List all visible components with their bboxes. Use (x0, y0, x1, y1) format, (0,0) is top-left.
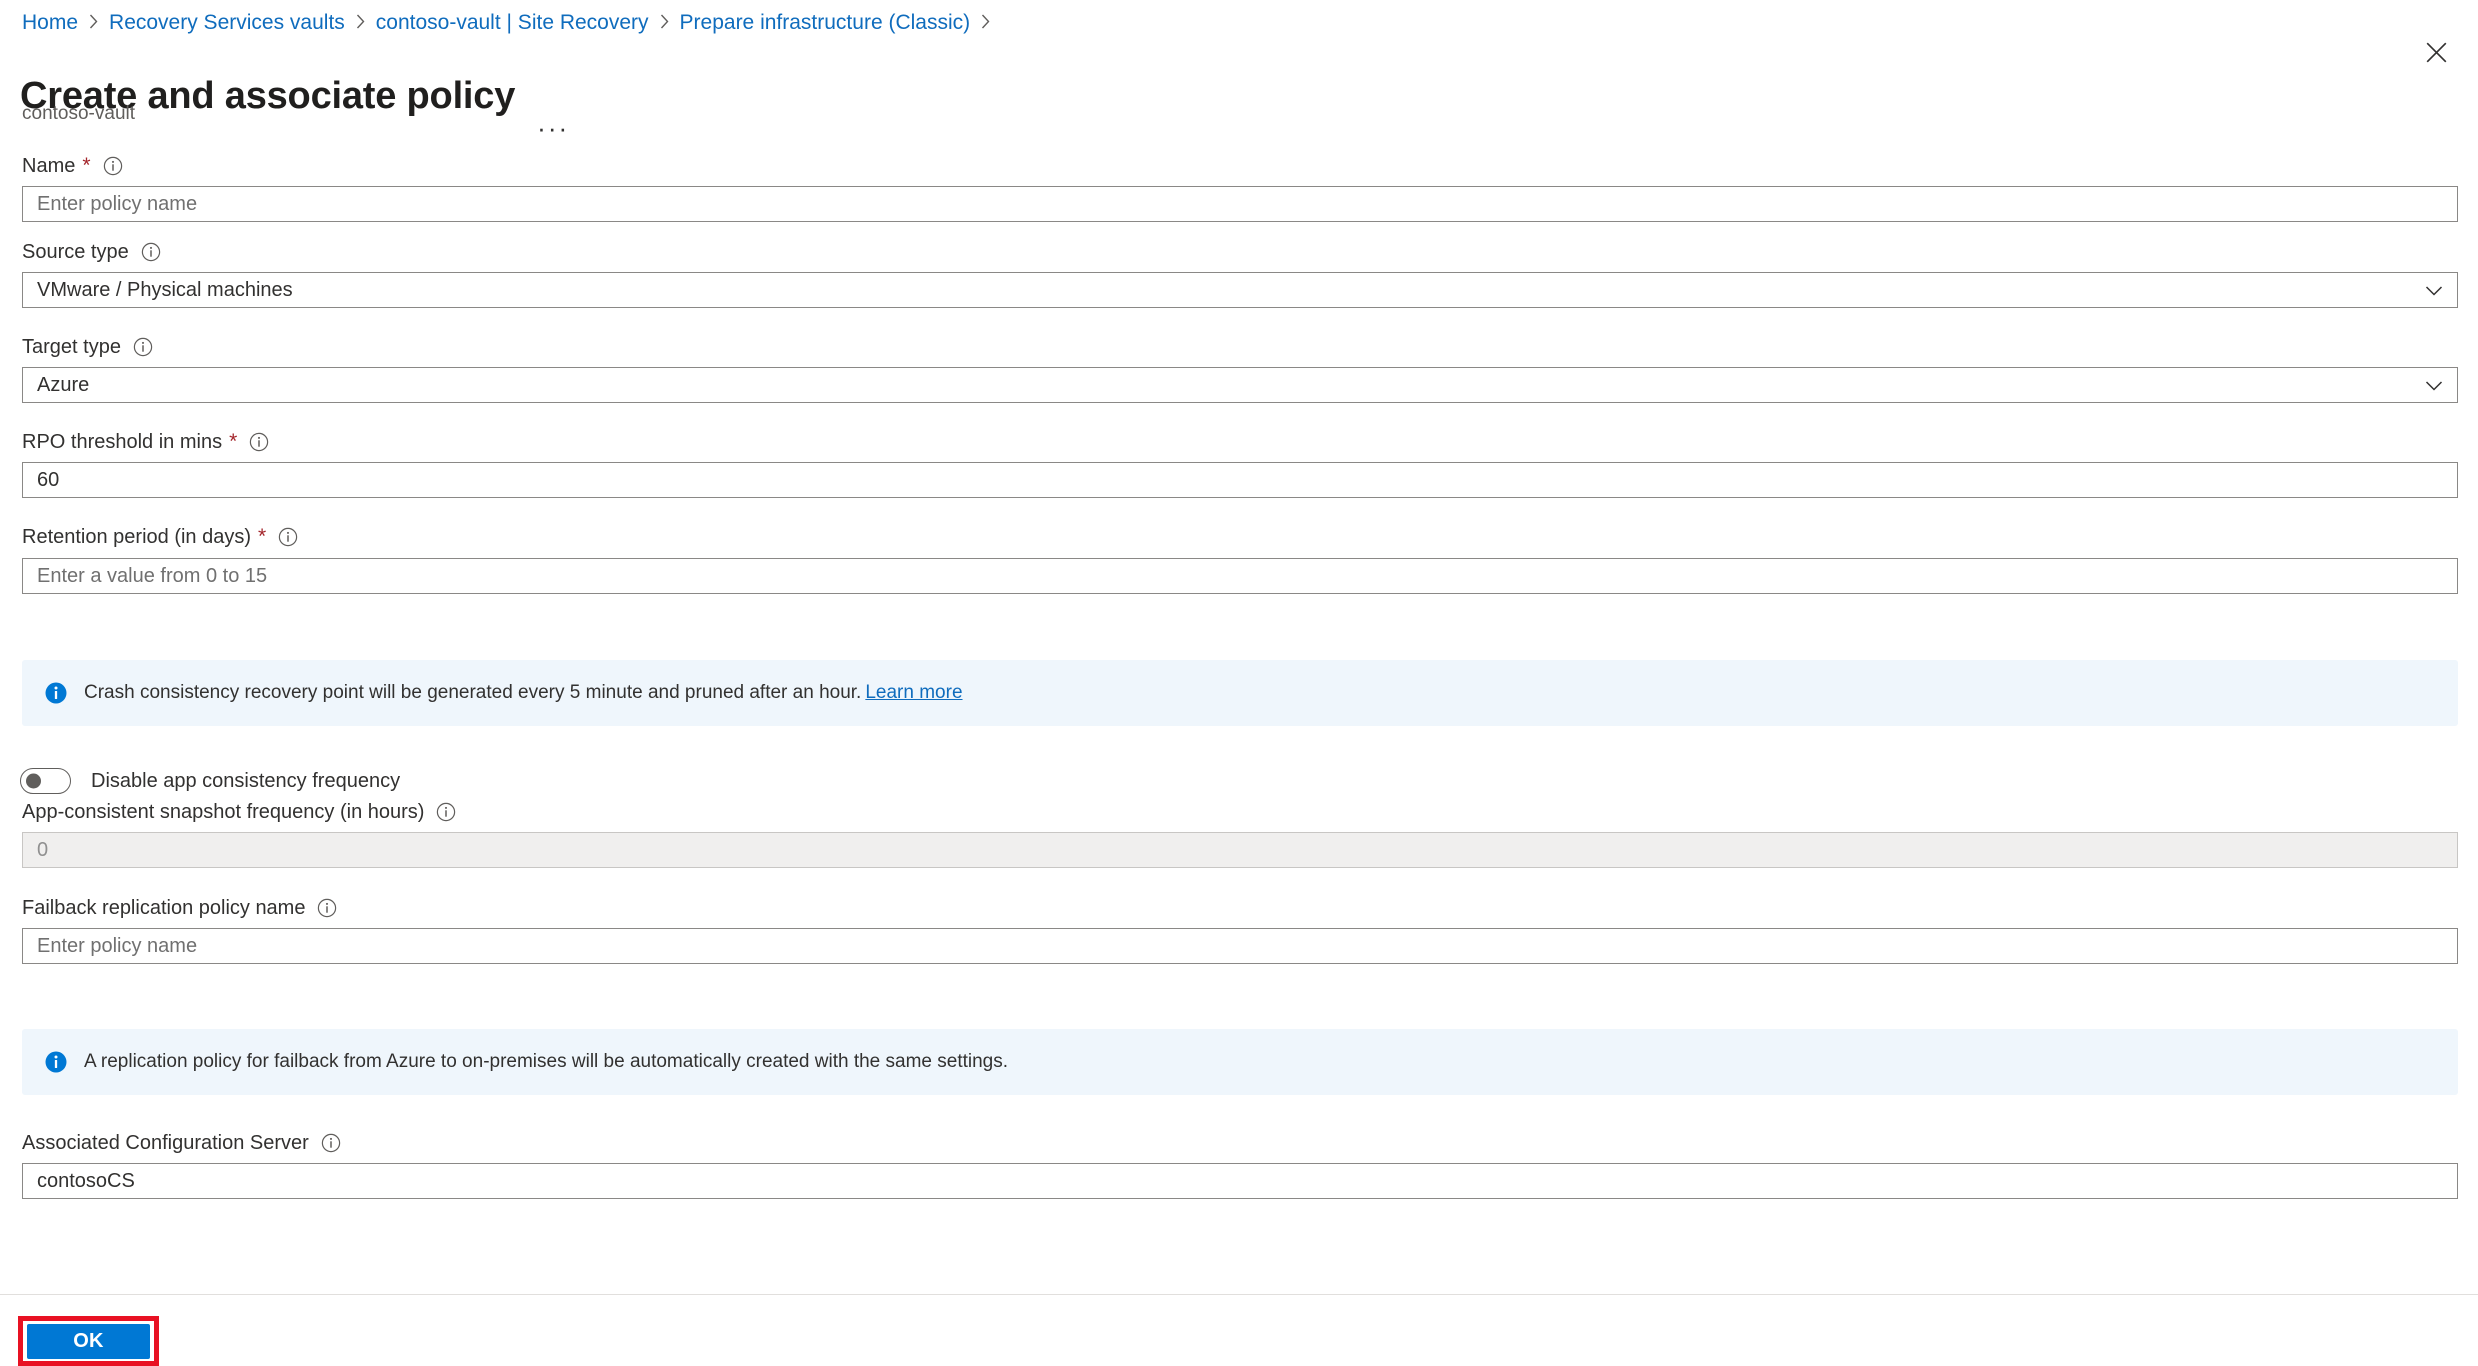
failback-banner-text: A replication policy for failback from A… (84, 1051, 1009, 1072)
toggle-knob (26, 773, 41, 789)
ok-button-highlight: OK (18, 1316, 159, 1366)
retention-period-label-text: Retention period (in days) (22, 526, 252, 548)
disable-app-consistency-row: Disable app consistency frequency (20, 768, 400, 794)
breadcrumb-separator-icon (356, 10, 365, 36)
associated-configuration-server-label-text: Associated Configuration Server (22, 1132, 309, 1154)
info-icon[interactable] (321, 1133, 341, 1153)
crash-consistency-banner-text: Crash consistency recovery point will be… (84, 681, 963, 705)
close-button[interactable] (2412, 28, 2460, 76)
breadcrumb-separator-icon (660, 10, 669, 36)
more-menu-button[interactable]: ··· (537, 115, 569, 141)
app-consistent-frequency-input: 0 (22, 832, 2458, 868)
info-icon[interactable] (103, 156, 123, 176)
source-type-label: Source type (22, 240, 161, 264)
breadcrumb-separator-icon (981, 10, 990, 36)
associated-configuration-server-input[interactable]: contosoCS (22, 1163, 2458, 1199)
breadcrumb-item-recovery-services-vaults[interactable]: Recovery Services vaults (109, 10, 345, 36)
name-input[interactable]: Enter policy name (22, 186, 2458, 222)
associated-configuration-server-label: Associated Configuration Server (22, 1131, 341, 1155)
retention-required-marker: * (258, 525, 267, 548)
name-label: Name * (22, 154, 123, 178)
failback-banner: A replication policy for failback from A… (22, 1029, 2458, 1095)
info-icon[interactable] (278, 527, 298, 547)
rpo-threshold-label-text: RPO threshold in mins (22, 431, 223, 453)
page-title-row: Create and associate policy ··· (20, 48, 569, 145)
breadcrumb-item-home[interactable]: Home (22, 10, 78, 36)
failback-policy-name-label-text: Failback replication policy name (22, 897, 306, 919)
retention-period-label: Retention period (in days) * (22, 525, 298, 549)
crash-consistency-banner: Crash consistency recovery point will be… (22, 660, 2458, 726)
disable-app-consistency-toggle[interactable] (20, 768, 71, 794)
info-filled-icon (44, 1050, 68, 1074)
create-and-associate-policy-blade: Home Recovery Services vaults contoso-va… (0, 0, 2478, 1366)
info-filled-icon (44, 681, 68, 705)
rpo-threshold-label: RPO threshold in mins * (22, 430, 269, 454)
name-required-marker: * (82, 154, 91, 177)
info-icon[interactable] (436, 802, 456, 822)
breadcrumb-item-contoso-vault-site-recovery[interactable]: contoso-vault | Site Recovery (376, 10, 649, 36)
learn-more-link[interactable]: Learn more (865, 682, 962, 703)
info-icon[interactable] (141, 242, 161, 262)
rpo-required-marker: * (229, 430, 238, 453)
source-type-select[interactable]: VMware / Physical machines (22, 272, 2458, 308)
page-subtitle: contoso-vault (22, 103, 136, 124)
failback-policy-name-label: Failback replication policy name (22, 896, 337, 920)
footer-divider (0, 1294, 2478, 1295)
breadcrumb-item-prepare-infrastructure[interactable]: Prepare infrastructure (Classic) (680, 10, 971, 36)
breadcrumb-separator-icon (89, 10, 98, 36)
app-consistent-frequency-label: App-consistent snapshot frequency (in ho… (22, 800, 456, 824)
ok-button[interactable]: OK (27, 1323, 150, 1359)
crash-consistency-banner-message: Crash consistency recovery point will be… (84, 682, 862, 703)
rpo-threshold-input[interactable]: 60 (22, 462, 2458, 498)
source-type-label-text: Source type (22, 241, 129, 263)
target-type-label-text: Target type (22, 336, 121, 358)
info-icon[interactable] (133, 337, 153, 357)
info-icon[interactable] (317, 898, 337, 918)
info-icon[interactable] (249, 432, 269, 452)
failback-policy-name-input[interactable]: Enter policy name (22, 928, 2458, 964)
app-consistent-frequency-label-text: App-consistent snapshot frequency (in ho… (22, 801, 425, 823)
disable-app-consistency-label: Disable app consistency frequency (91, 770, 401, 792)
name-label-text: Name (22, 155, 76, 177)
target-type-select[interactable]: Azure (22, 367, 2458, 403)
close-icon (2426, 42, 2447, 63)
breadcrumb: Home Recovery Services vaults contoso-va… (22, 10, 1001, 36)
target-type-label: Target type (22, 335, 153, 359)
retention-period-input[interactable]: Enter a value from 0 to 15 (22, 558, 2458, 594)
